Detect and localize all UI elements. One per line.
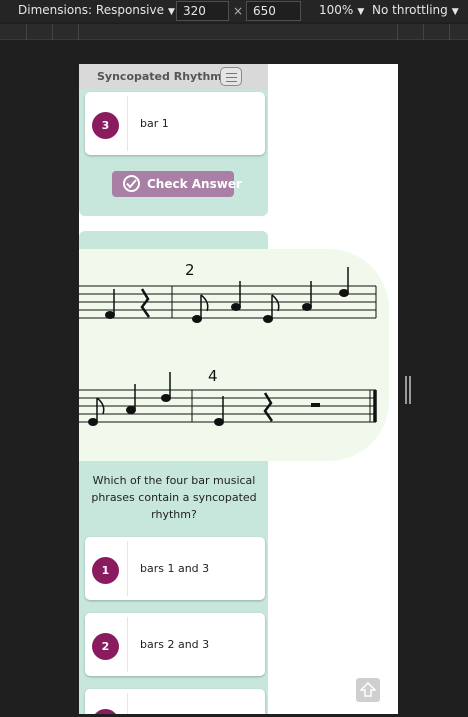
option-divider [127, 541, 128, 596]
device-dropdown[interactable]: Dimensions: Responsive ▼ [18, 3, 175, 17]
option-divider [127, 96, 128, 151]
option-divider [127, 693, 128, 714]
checkmark-icon [126, 179, 137, 189]
lesson-title: Syncopated Rhythms [97, 70, 229, 83]
hamburger-icon [226, 77, 237, 78]
option-number-badge: 3 [92, 112, 119, 139]
check-answer-label: Check Answer [147, 177, 242, 191]
chevron-down-icon: ▼ [167, 7, 175, 17]
scroll-to-top-button[interactable] [356, 678, 380, 702]
device-dropdown-label: Dimensions: Responsive [18, 3, 164, 17]
resize-handle[interactable] [405, 376, 411, 404]
hamburger-icon [226, 73, 237, 74]
measure-number: 2 [185, 261, 195, 279]
devtools-screen: Dimensions: Responsive ▼ 320 × 650 100% ▼ … [0, 0, 468, 717]
option-number-badge: 2 [92, 633, 119, 660]
measure-number: 4 [208, 367, 218, 385]
option-label: bars 2 and 3 [140, 638, 210, 651]
device-toolbar: Dimensions: Responsive ▼ 320 × 650 100% ▼ … [0, 0, 468, 22]
throttle-dropdown[interactable]: No throttling ▼ [372, 3, 459, 17]
width-input[interactable]: 320 [176, 1, 229, 21]
notes-bar-3 [88, 372, 171, 426]
ruler-segment[interactable] [78, 24, 79, 40]
hamburger-icon [226, 81, 237, 82]
zoom-label: 100% [319, 3, 354, 17]
music-notation: 2 4 [79, 249, 389, 461]
option-number-badge [92, 709, 119, 714]
option-label: bar 1 [140, 117, 169, 130]
lesson-panel-top: Syncopated Rhythms 3 bar 1 Check Answer [79, 64, 268, 216]
notes-bar-2 [192, 267, 349, 323]
option-divider [127, 617, 128, 672]
throttle-label: No throttling [372, 3, 448, 17]
media-query-ruler [0, 24, 468, 40]
ruler-segment[interactable] [449, 24, 450, 40]
staff-2 [79, 389, 377, 423]
option-label: bars 1 and 3 [140, 562, 210, 575]
chevron-down-icon: ▼ [451, 7, 459, 17]
arrow-up-icon [359, 681, 377, 697]
ruler-segment[interactable] [423, 24, 424, 40]
lesson-header: Syncopated Rhythms [79, 64, 268, 90]
answer-option-1[interactable]: 1 bars 1 and 3 [85, 537, 265, 600]
menu-button[interactable] [220, 67, 242, 86]
answer-option-partial[interactable] [85, 689, 265, 714]
ruler-segment[interactable] [397, 24, 398, 40]
answer-option-2[interactable]: 2 bars 2 and 3 [85, 613, 265, 676]
answer-option-3[interactable]: 3 bar 1 [85, 92, 265, 155]
ruler-segment[interactable] [26, 24, 27, 40]
staff-1 [79, 285, 377, 319]
checkmark-icon [123, 175, 140, 192]
height-input[interactable]: 650 [246, 1, 301, 21]
ruler-segment[interactable] [52, 24, 53, 40]
option-number-badge: 1 [92, 557, 119, 584]
zoom-dropdown[interactable]: 100% ▼ [319, 3, 364, 17]
times-separator: × [233, 4, 244, 18]
score-svg: 2 4 [79, 261, 377, 426]
question-text: Which of the four bar musical phrases co… [91, 474, 257, 521]
check-answer-button[interactable]: Check Answer [112, 171, 242, 197]
chevron-down-icon: ▼ [357, 7, 365, 17]
device-viewport: Syncopated Rhythms 3 bar 1 Check Answer [79, 64, 398, 714]
